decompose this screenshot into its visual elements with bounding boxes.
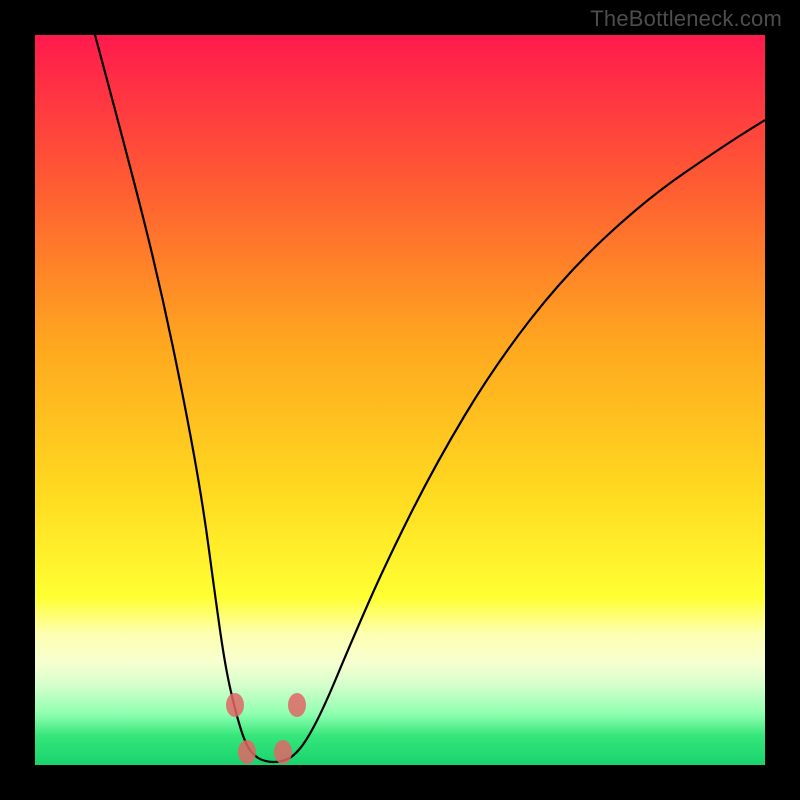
- plot-area: [35, 35, 765, 765]
- curve-marker: [288, 693, 306, 717]
- curve-marker: [238, 740, 256, 764]
- watermark-text: TheBottleneck.com: [590, 6, 782, 32]
- chart-svg: [35, 35, 765, 765]
- chart-frame: TheBottleneck.com: [0, 0, 800, 800]
- curve-marker: [226, 693, 244, 717]
- gradient-background: [35, 35, 765, 765]
- curve-marker: [274, 740, 292, 764]
